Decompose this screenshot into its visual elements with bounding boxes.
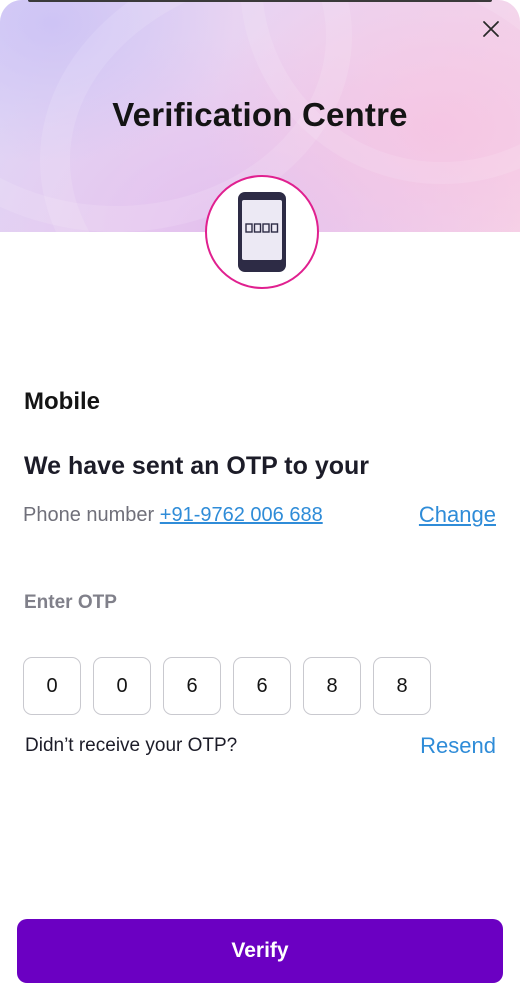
verify-button-label: Verify [231,939,289,962]
sheet-handle [28,0,492,2]
otp-input-row: 0 0 6 6 8 8 [23,657,431,715]
change-number-link[interactable]: Change [419,502,496,528]
otp-digit-input-3[interactable]: 6 [163,657,221,715]
otp-sent-heading: We have sent an OTP to your [24,452,369,480]
verify-button[interactable]: Verify [17,919,503,983]
otp-digit-input-6[interactable]: 8 [373,657,431,715]
verification-sheet: Verification Centre Mobile We have sent … [0,0,520,1007]
otp-digit-input-5[interactable]: 8 [303,657,361,715]
otp-digit-input-2[interactable]: 0 [93,657,151,715]
section-title: Mobile [24,388,100,415]
didnt-receive-text: Didn’t receive your OTP? [25,735,238,756]
phone-number-line: Phone number +91-9762 006 688 [23,504,323,527]
resend-link[interactable]: Resend [420,733,496,759]
page-title: Verification Centre [112,96,408,133]
phone-badge [205,175,319,289]
close-button[interactable] [476,14,506,44]
otp-digit-input-1[interactable]: 0 [23,657,81,715]
enter-otp-label: Enter OTP [24,592,117,613]
mobile-phone-icon [238,192,286,272]
otp-digit-input-4[interactable]: 6 [233,657,291,715]
close-icon [483,21,499,37]
phone-number-link[interactable]: +91-9762 006 688 [160,504,323,526]
phone-number-label: Phone number [23,504,155,526]
